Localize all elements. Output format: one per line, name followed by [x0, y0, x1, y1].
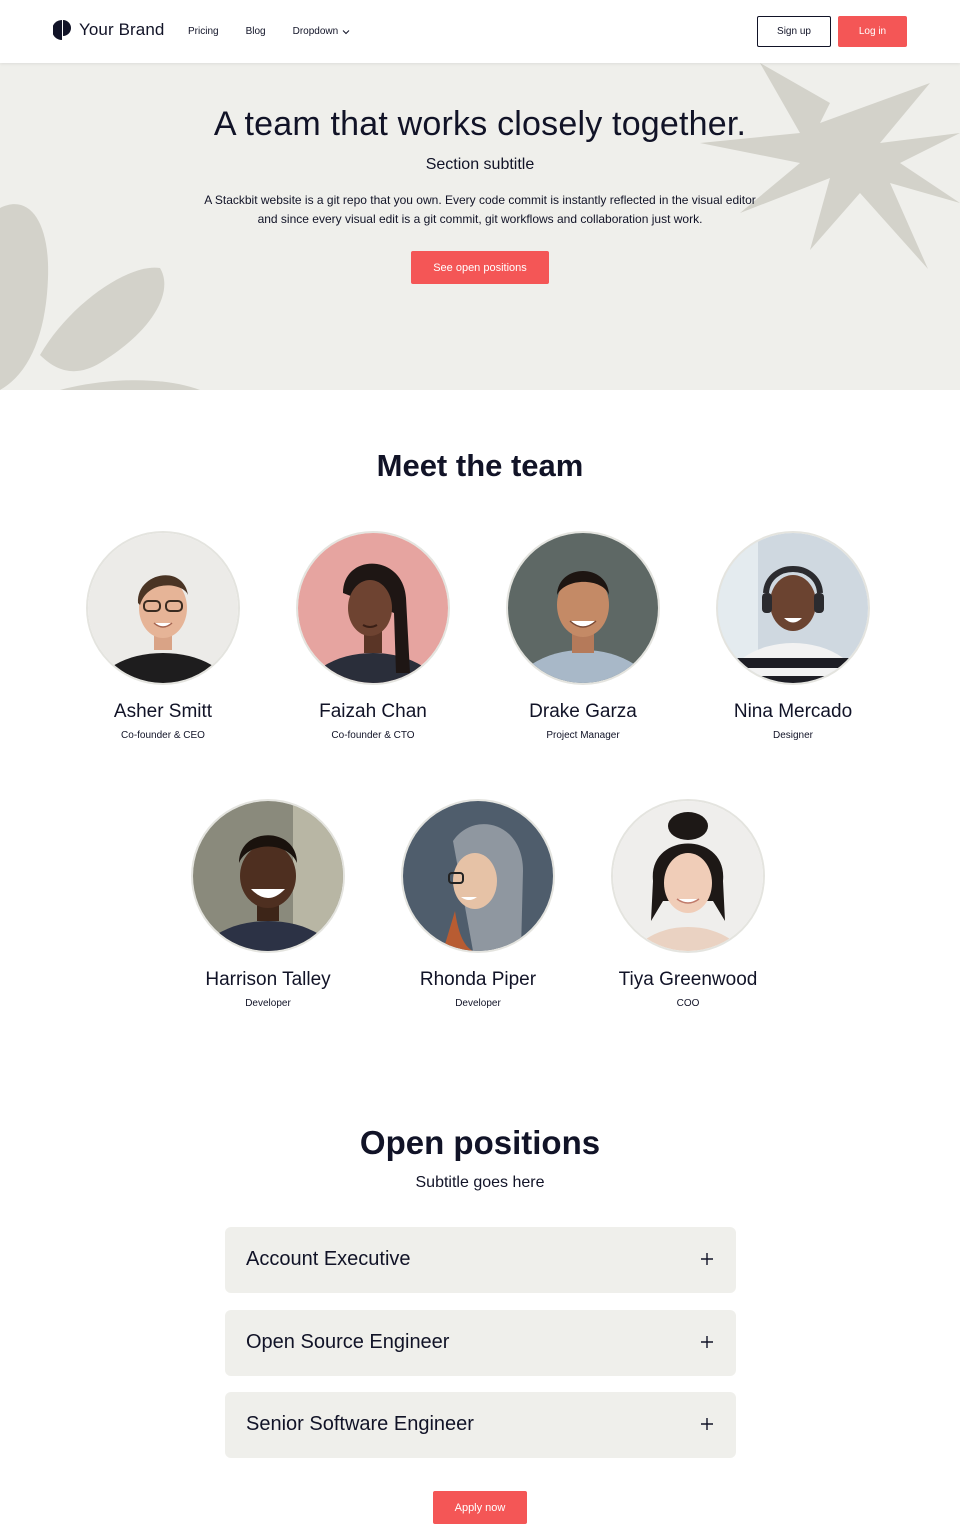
team-member: Harrison Talley Developer	[168, 799, 368, 1009]
team-member: Asher Smitt Co-founder & CEO	[63, 531, 263, 741]
plus-icon[interactable]	[700, 1252, 714, 1266]
plus-icon[interactable]	[700, 1417, 714, 1431]
avatar	[191, 799, 345, 953]
avatar	[296, 531, 450, 685]
job-accordion-item[interactable]: Account Executive	[225, 1227, 736, 1293]
team-member: Faizah Chan Co-founder & CTO	[273, 531, 473, 741]
login-button[interactable]: Log in	[838, 16, 907, 47]
job-accordion-item[interactable]: Senior Software Engineer	[225, 1392, 736, 1458]
site-header: Your Brand Pricing Blog Dropdown Sign up…	[0, 0, 960, 63]
member-role: Project Manager	[546, 730, 620, 741]
apply-now-button[interactable]: Apply now	[433, 1491, 527, 1524]
hero-text: A Stackbit website is a git repo that yo…	[204, 193, 756, 226]
member-name: Drake Garza	[529, 701, 637, 722]
team-title: Meet the team	[376, 448, 584, 483]
signup-button[interactable]: Sign up	[757, 16, 831, 47]
nav-dropdown[interactable]: Dropdown	[293, 26, 351, 37]
job-title: Account Executive	[246, 1248, 411, 1270]
brand-name: Your Brand	[79, 20, 165, 39]
member-name: Asher Smitt	[113, 701, 213, 722]
hero-section: A team that works closely together. Sect…	[0, 63, 960, 390]
member-role: COO	[676, 998, 700, 1009]
main-nav: Pricing Blog Dropdown	[188, 26, 350, 37]
member-name: Rhonda Piper	[419, 969, 537, 990]
team-member: Tiya Greenwood COO	[588, 799, 788, 1009]
member-role: Co-founder & CTO	[331, 730, 415, 741]
member-name: Nina Mercado	[733, 701, 853, 722]
positions-title: Open positions	[359, 1124, 601, 1161]
avatar	[401, 799, 555, 953]
member-role: Co-founder & CEO	[121, 730, 205, 741]
member-role: Developer	[245, 998, 291, 1009]
brand-logo-icon	[53, 20, 71, 40]
member-name: Harrison Talley	[205, 969, 331, 990]
nav-dropdown-label: Dropdown	[292, 26, 339, 37]
job-accordion-item[interactable]: Open Source Engineer	[225, 1310, 736, 1376]
job-title: Senior Software Engineer	[246, 1413, 474, 1435]
brand-link[interactable]: Your Brand	[53, 19, 164, 41]
avatar	[506, 531, 660, 685]
avatar	[716, 531, 870, 685]
chevron-down-icon	[342, 29, 350, 34]
nav-pricing[interactable]: Pricing	[188, 26, 219, 37]
member-role: Designer	[772, 730, 814, 741]
hero-title: A team that works closely together.	[213, 105, 747, 143]
team-member: Rhonda Piper Developer	[378, 799, 578, 1009]
team-member: Nina Mercado Designer	[693, 531, 893, 741]
avatar	[86, 531, 240, 685]
member-name: Faizah Chan	[319, 701, 427, 722]
positions-subtitle: Subtitle goes here	[415, 1174, 545, 1191]
hero-subtitle: Section subtitle	[425, 156, 535, 173]
member-role: Developer	[455, 998, 501, 1009]
avatar	[611, 799, 765, 953]
job-title: Open Source Engineer	[246, 1331, 450, 1353]
see-open-positions-button[interactable]: See open positions	[411, 251, 549, 284]
nav-blog[interactable]: Blog	[246, 26, 266, 37]
team-member: Drake Garza Project Manager	[483, 531, 683, 741]
plus-icon[interactable]	[700, 1335, 714, 1349]
member-name: Tiya Greenwood	[618, 969, 758, 990]
